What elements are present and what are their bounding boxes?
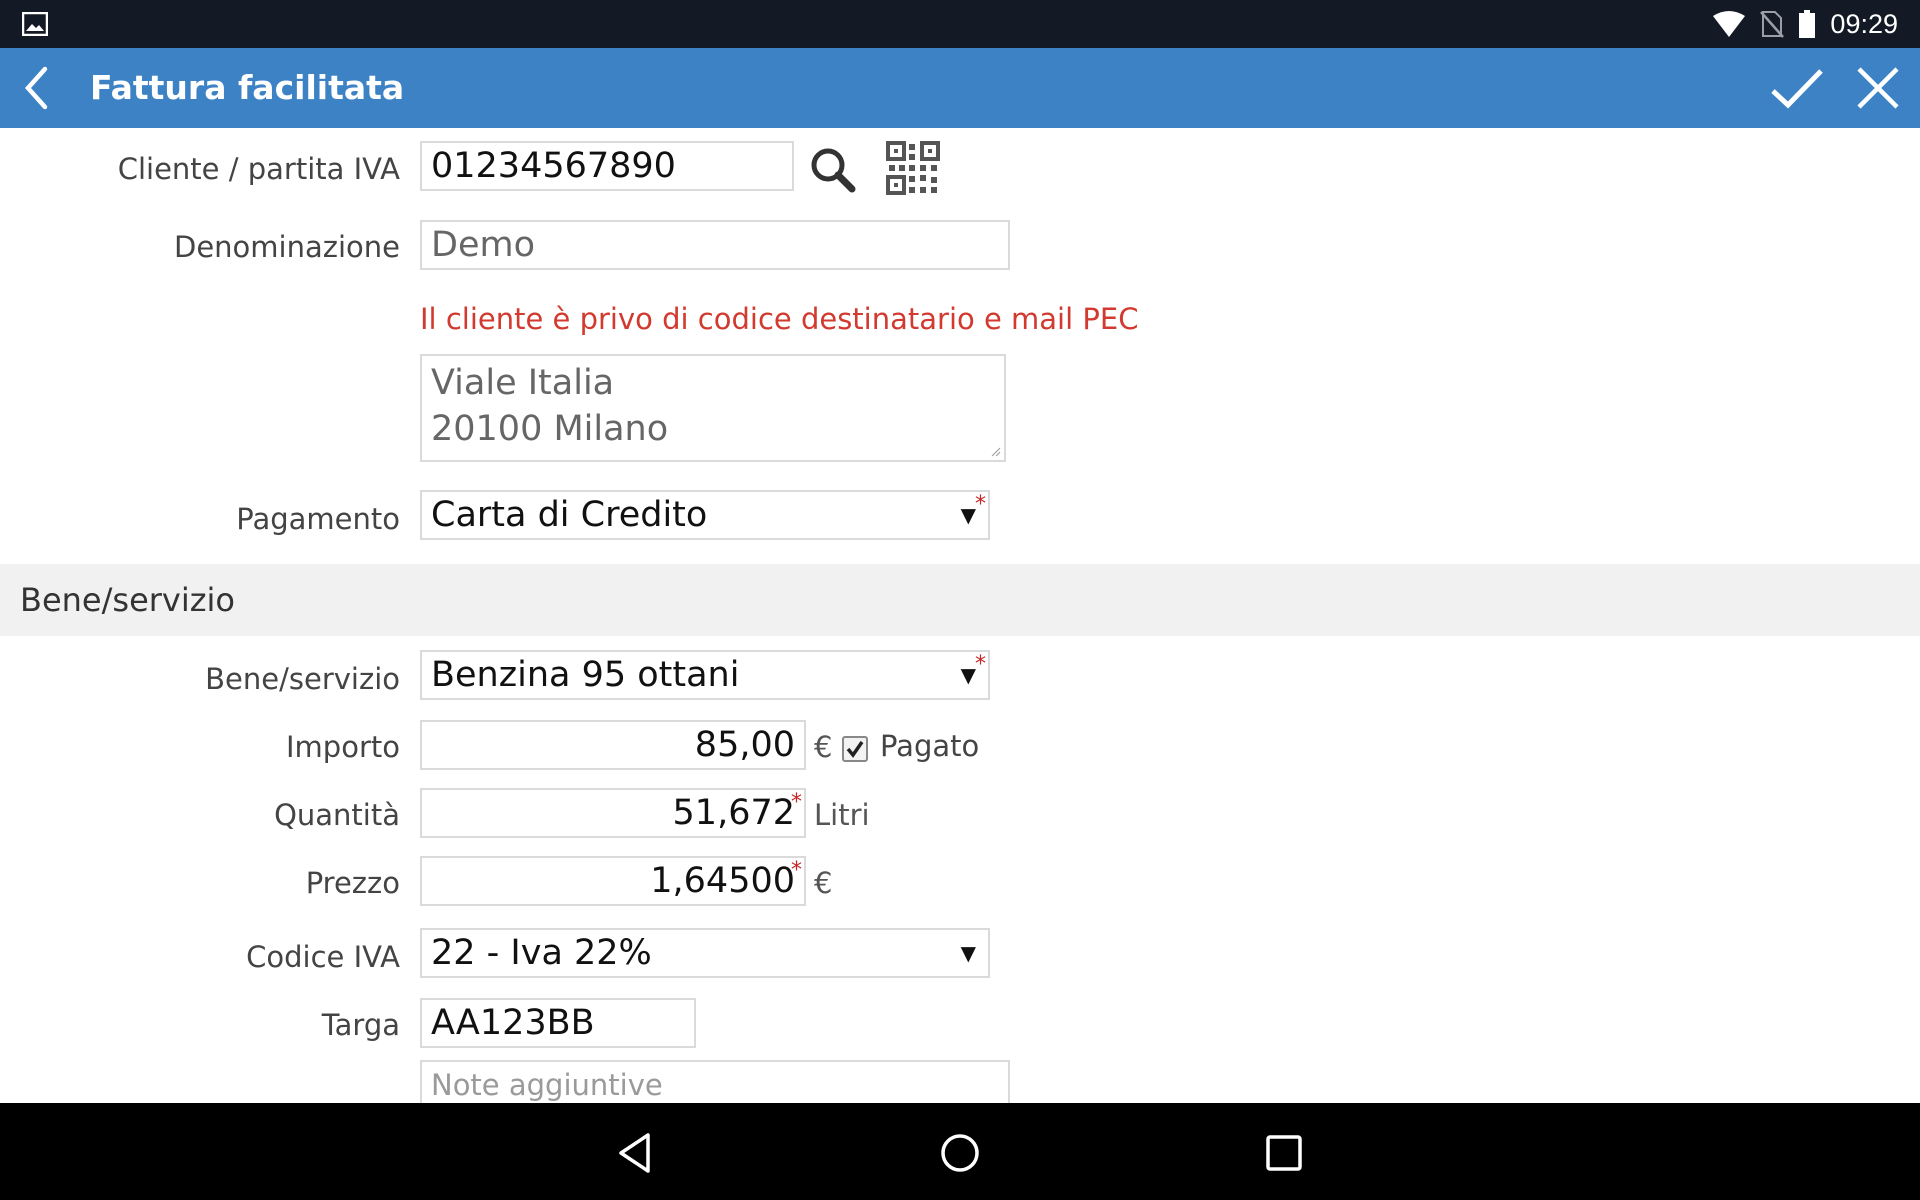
bene-servizio-value: Benzina 95 ottani xyxy=(431,655,740,695)
battery-icon xyxy=(1799,10,1816,38)
no-sim-icon xyxy=(1760,11,1785,38)
pagamento-value: Carta di Credito xyxy=(431,495,708,535)
codice-iva-value: 22 - Iva 22% xyxy=(431,933,652,973)
required-mark: * xyxy=(975,652,986,677)
targa-value: AA123BB xyxy=(431,1003,595,1043)
app-bar: Fattura facilitata xyxy=(0,48,1920,128)
navigation-bar xyxy=(0,1103,1920,1200)
dropdown-arrow-icon: ▼ xyxy=(960,941,976,965)
address-line-1: Viale Italia xyxy=(431,363,615,403)
section-title: Bene/servizio xyxy=(20,581,235,619)
image-icon xyxy=(22,12,48,36)
quantita-input[interactable]: 51,672 * xyxy=(420,788,806,838)
prezzo-label: Prezzo xyxy=(305,866,400,900)
prezzo-unit: € xyxy=(814,866,833,900)
importo-unit: € xyxy=(814,730,833,764)
denominazione-field[interactable]: Demo xyxy=(420,220,1010,270)
close-icon[interactable] xyxy=(1852,62,1904,114)
codice-iva-select[interactable]: 22 - Iva 22% ▼ xyxy=(420,928,990,978)
dropdown-arrow-icon: ▼ xyxy=(960,663,976,687)
address-textarea[interactable]: Viale Italia 20100 Milano xyxy=(420,354,1006,462)
qr-code-icon[interactable] xyxy=(886,141,940,195)
bene-servizio-select[interactable]: Benzina 95 ottani ▼ * xyxy=(420,650,990,700)
codice-iva-label: Codice IVA xyxy=(246,940,400,974)
nav-recents-icon[interactable] xyxy=(1262,1131,1306,1175)
page-title: Fattura facilitata xyxy=(90,68,405,107)
targa-input[interactable]: AA123BB xyxy=(420,998,696,1048)
bene-servizio-label: Bene/servizio xyxy=(205,662,400,696)
quantita-label: Quantità xyxy=(274,798,400,832)
search-icon[interactable] xyxy=(808,145,858,195)
prezzo-value: 1,64500 xyxy=(650,861,795,901)
required-mark: * xyxy=(791,790,802,815)
denominazione-label: Denominazione xyxy=(174,230,400,264)
nav-home-icon[interactable] xyxy=(938,1131,982,1175)
back-arrow-icon[interactable] xyxy=(14,63,64,113)
required-mark: * xyxy=(791,858,802,883)
importo-value: 85,00 xyxy=(694,725,795,765)
pagato-label: Pagato xyxy=(880,729,980,763)
pagamento-select[interactable]: Carta di Credito ▼ * xyxy=(420,490,990,540)
section-header: Bene/servizio xyxy=(0,564,1920,636)
cliente-label: Cliente / partita IVA xyxy=(117,152,400,186)
status-bar: 09:29 xyxy=(0,0,1920,48)
check-icon[interactable] xyxy=(1768,61,1826,115)
prezzo-input[interactable]: 1,64500 * xyxy=(420,856,806,906)
targa-label: Targa xyxy=(321,1008,400,1042)
address-line-2: 20100 Milano xyxy=(431,409,669,449)
pagamento-label: Pagamento xyxy=(236,502,400,536)
cliente-partita-iva-input[interactable]: 01234567890 xyxy=(420,141,794,191)
nav-back-icon[interactable] xyxy=(614,1131,658,1175)
wifi-icon xyxy=(1713,11,1746,37)
note-placeholder: Note aggiuntive xyxy=(431,1068,663,1102)
required-mark: * xyxy=(975,492,986,517)
pagato-checkbox[interactable] xyxy=(842,736,868,762)
dropdown-arrow-icon: ▼ xyxy=(960,503,976,527)
pec-warning-message: Il cliente è privo di codice destinatari… xyxy=(420,302,1139,336)
checkmark-icon xyxy=(846,741,864,758)
cliente-value: 01234567890 xyxy=(431,146,676,186)
importo-label: Importo xyxy=(286,730,400,764)
importo-input[interactable]: 85,00 xyxy=(420,720,806,770)
quantita-unit: Litri xyxy=(814,798,870,832)
quantita-value: 51,672 xyxy=(672,793,795,833)
status-time: 09:29 xyxy=(1830,8,1898,39)
resize-grip-icon[interactable] xyxy=(991,447,1001,457)
denominazione-value: Demo xyxy=(431,225,535,265)
